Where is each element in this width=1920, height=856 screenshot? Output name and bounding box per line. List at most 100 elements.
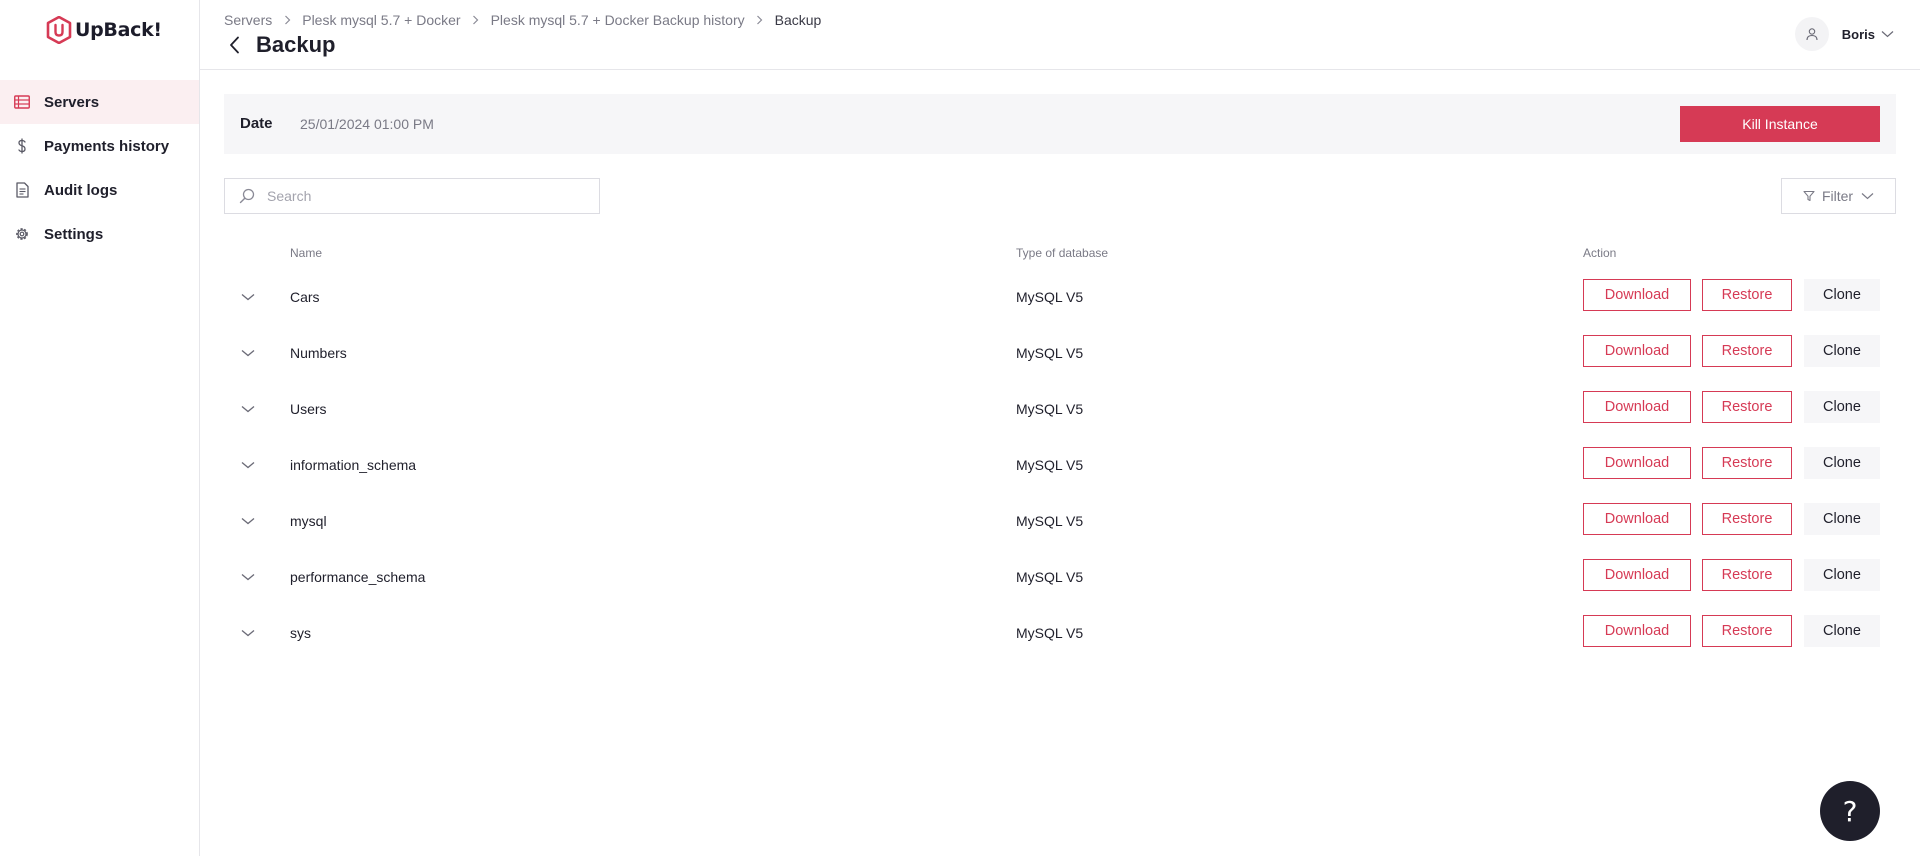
upback-logo-icon	[46, 16, 72, 44]
clone-button[interactable]: Clone	[1804, 615, 1880, 647]
chevron-down-icon	[241, 518, 255, 525]
column-header-action: Action	[1583, 246, 1617, 260]
expand-row-button[interactable]	[238, 287, 258, 307]
chevron-down-icon	[1881, 31, 1894, 38]
table-row: mysql MySQL V5 Download Restore Clone	[224, 493, 1896, 549]
chevron-down-icon	[1861, 192, 1874, 200]
filter-icon	[1803, 190, 1815, 202]
chevron-right-icon	[278, 14, 296, 26]
date-value: 25/01/2024 01:00 PM	[300, 116, 434, 132]
sidebar-item-servers[interactable]: Servers	[0, 80, 199, 124]
table-row: sys MySQL V5 Download Restore Clone	[224, 605, 1896, 661]
table-row: Cars MySQL V5 Download Restore Clone	[224, 269, 1896, 325]
database-type: MySQL V5	[1016, 513, 1084, 529]
user-menu[interactable]: Boris	[1794, 17, 1894, 51]
expand-row-button[interactable]	[238, 455, 258, 475]
restore-button[interactable]: Restore	[1702, 447, 1792, 479]
restore-button[interactable]: Restore	[1702, 391, 1792, 423]
clone-button[interactable]: Clone	[1804, 335, 1880, 367]
avatar[interactable]	[1794, 17, 1829, 51]
sidebar-item-label: Settings	[44, 225, 104, 243]
app-logo[interactable]: UpBack!	[46, 15, 162, 45]
breadcrumb-backup-history[interactable]: Plesk mysql 5.7 + Docker Backup history	[491, 12, 745, 28]
sidebar-item-payments-history[interactable]: Payments history	[0, 124, 199, 168]
gear-icon	[14, 226, 30, 242]
database-type: MySQL V5	[1016, 457, 1084, 473]
table-row: information_schema MySQL V5 Download Restor…	[224, 437, 1896, 493]
chevron-down-icon	[241, 462, 255, 469]
breadcrumb-servers[interactable]: Servers	[224, 12, 272, 28]
breadcrumb: Servers Plesk mysql 5.7 + Docker Plesk m…	[224, 12, 821, 28]
restore-button[interactable]: Restore	[1702, 615, 1792, 647]
chevron-down-icon	[241, 350, 255, 357]
chevron-left-icon	[229, 36, 239, 54]
sidebar: UpBack! Servers Payments history Audit l…	[0, 0, 200, 856]
download-button[interactable]: Download	[1583, 447, 1691, 479]
sidebar-item-label: Audit logs	[44, 181, 118, 199]
expand-row-button[interactable]	[238, 399, 258, 419]
database-name: sys	[290, 625, 311, 641]
column-header-name: Name	[290, 246, 323, 260]
database-name: Numbers	[290, 345, 347, 361]
table-row: Users MySQL V5 Download Restore Clone	[224, 381, 1896, 437]
servers-icon	[14, 94, 30, 110]
help-button[interactable]: ?	[1820, 781, 1880, 841]
expand-row-button[interactable]	[238, 623, 258, 643]
database-name: Cars	[290, 289, 320, 305]
download-button[interactable]: Download	[1583, 559, 1691, 591]
expand-row-button[interactable]	[238, 343, 258, 363]
table-row: Numbers MySQL V5 Download Restore Clone	[224, 325, 1896, 381]
sidebar-item-settings[interactable]: Settings	[0, 212, 199, 256]
database-type: MySQL V5	[1016, 401, 1084, 417]
download-button[interactable]: Download	[1583, 503, 1691, 535]
database-name: information_schema	[290, 457, 417, 473]
restore-button[interactable]: Restore	[1702, 335, 1792, 367]
sidebar-item-label: Payments history	[44, 137, 170, 155]
download-button[interactable]: Download	[1583, 335, 1691, 367]
restore-button[interactable]: Restore	[1702, 279, 1792, 311]
document-icon	[14, 182, 30, 198]
backup-info-panel: Date 25/01/2024 01:00 PM Kill Instance	[224, 94, 1896, 154]
chevron-right-icon	[467, 14, 485, 26]
page-header: Servers Plesk mysql 5.7 + Docker Plesk m…	[200, 0, 1920, 70]
restore-button[interactable]: Restore	[1702, 503, 1792, 535]
expand-row-button[interactable]	[238, 567, 258, 587]
clone-button[interactable]: Clone	[1804, 559, 1880, 591]
restore-button[interactable]: Restore	[1702, 559, 1792, 591]
dollar-icon	[14, 138, 30, 154]
help-label: ?	[1842, 794, 1858, 828]
chevron-down-icon	[241, 630, 255, 637]
logo-text: UpBack!	[75, 19, 162, 41]
database-name: Users	[290, 401, 327, 417]
user-icon	[1806, 28, 1818, 41]
database-type: MySQL V5	[1016, 625, 1084, 641]
chevron-down-icon	[241, 574, 255, 581]
database-name: performance_schema	[290, 569, 426, 585]
search-icon	[239, 188, 255, 204]
chevron-right-icon	[751, 14, 769, 26]
clone-button[interactable]: Clone	[1804, 391, 1880, 423]
user-name[interactable]: Boris	[1842, 27, 1875, 42]
back-button[interactable]	[224, 35, 244, 55]
download-button[interactable]: Download	[1583, 279, 1691, 311]
database-type: MySQL V5	[1016, 345, 1084, 361]
filter-label: Filter	[1821, 188, 1854, 204]
download-button[interactable]: Download	[1583, 615, 1691, 647]
database-name: mysql	[290, 513, 327, 529]
search-box	[224, 178, 600, 214]
expand-row-button[interactable]	[238, 511, 258, 531]
clone-button[interactable]: Clone	[1804, 447, 1880, 479]
breadcrumb-server[interactable]: Plesk mysql 5.7 + Docker	[302, 12, 460, 28]
search-input[interactable]	[267, 188, 587, 204]
clone-button[interactable]: Clone	[1804, 279, 1880, 311]
database-type: MySQL V5	[1016, 289, 1084, 305]
date-label: Date	[240, 115, 273, 132]
sidebar-item-label: Servers	[44, 93, 100, 111]
sidebar-nav: Servers Payments history Audit logs Sett…	[0, 80, 199, 256]
download-button[interactable]: Download	[1583, 391, 1691, 423]
filter-button[interactable]: Filter	[1781, 178, 1896, 214]
chevron-down-icon	[241, 406, 255, 413]
kill-instance-button[interactable]: Kill Instance	[1680, 106, 1880, 142]
sidebar-item-audit-logs[interactable]: Audit logs	[0, 168, 199, 212]
clone-button[interactable]: Clone	[1804, 503, 1880, 535]
